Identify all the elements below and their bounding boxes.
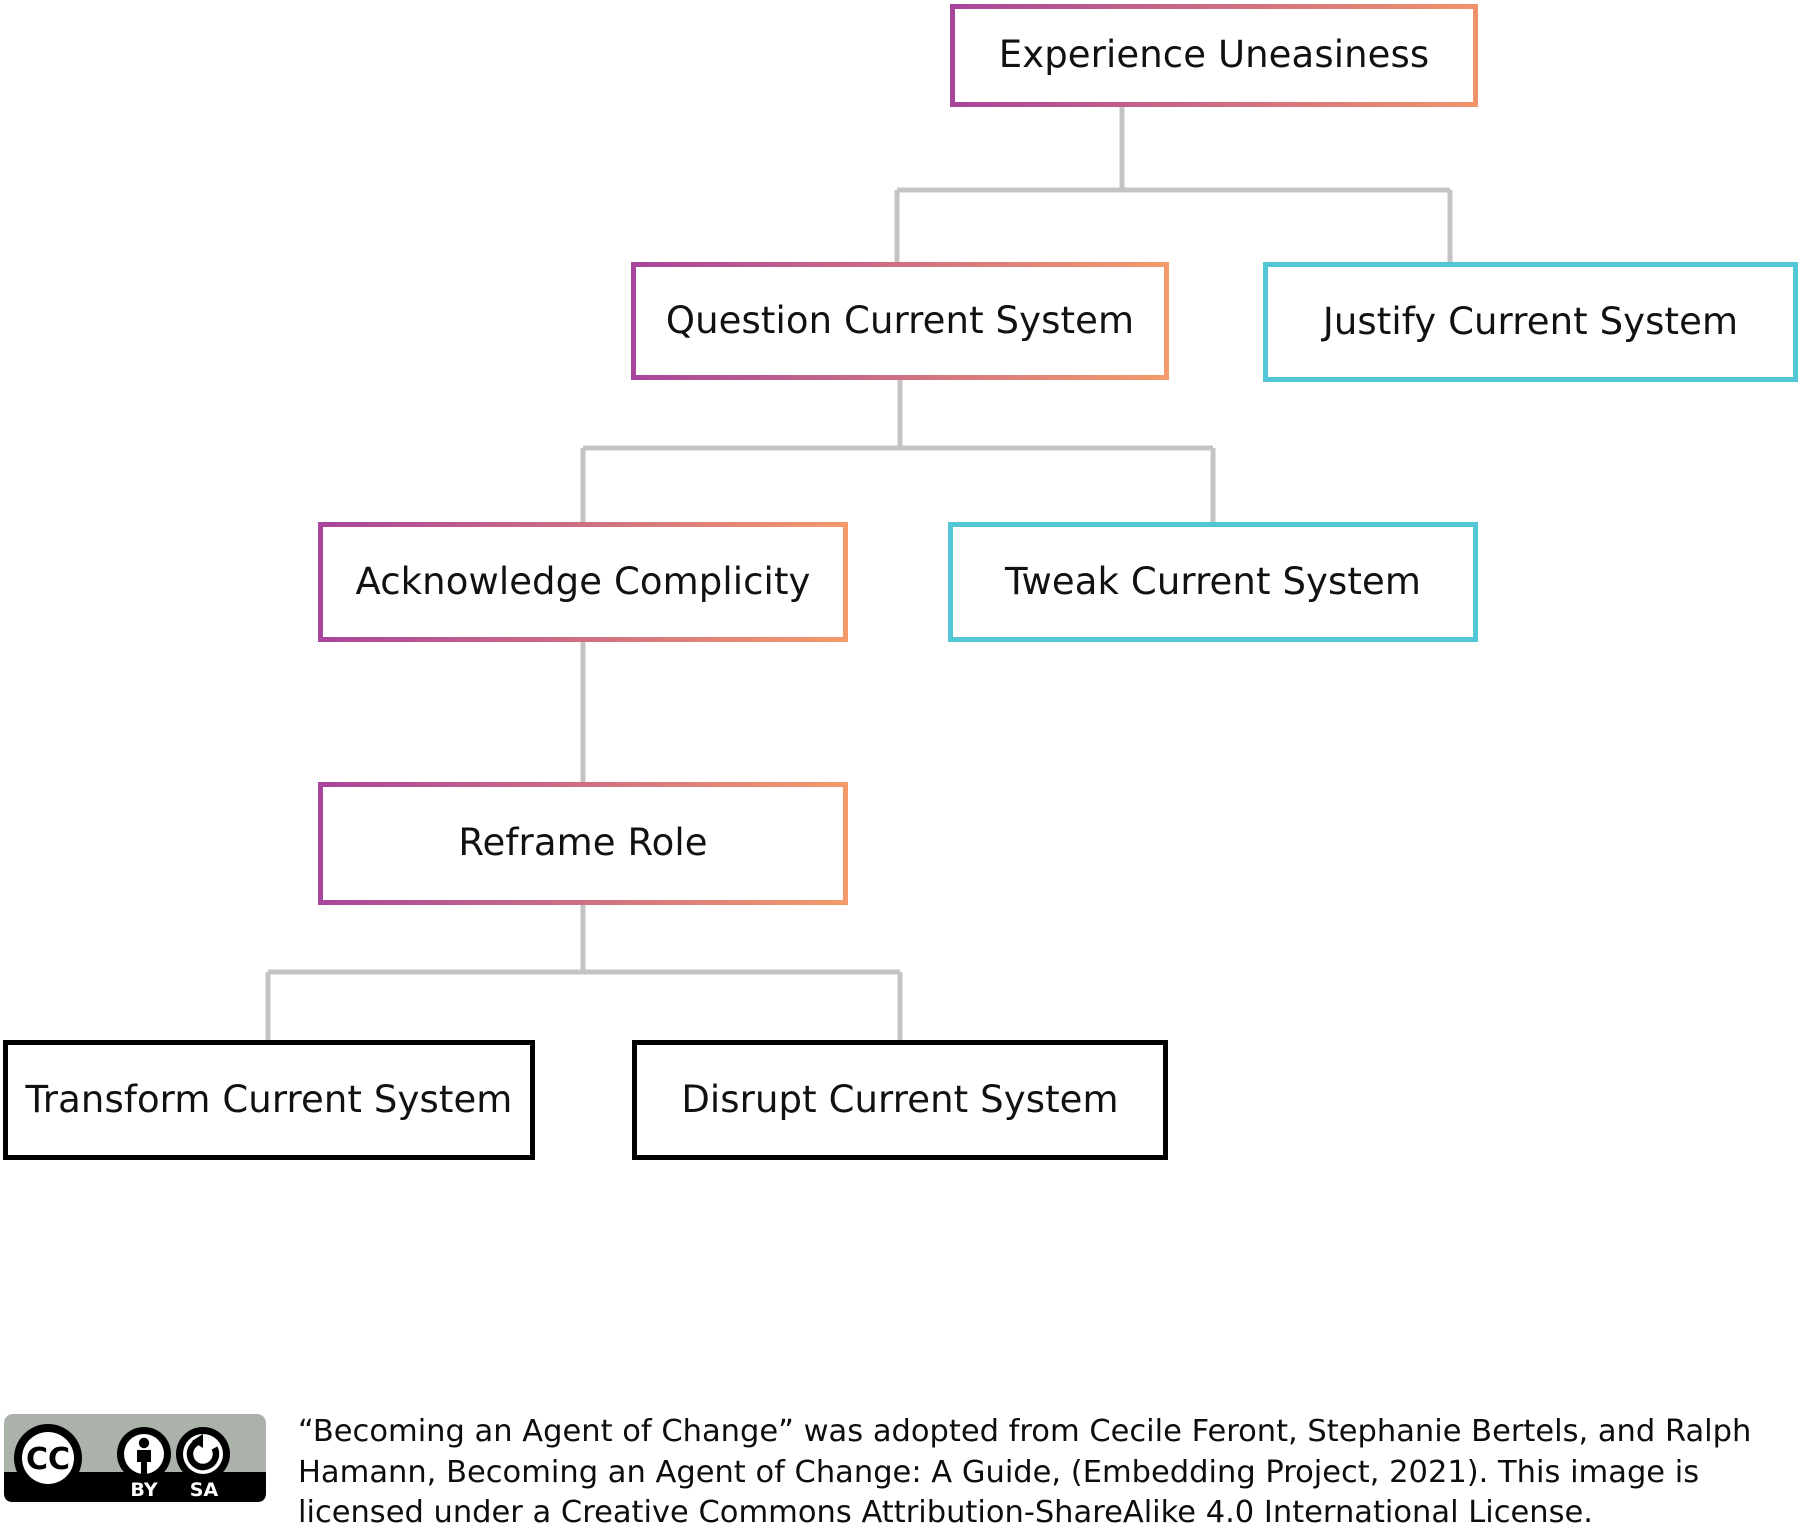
node-label-acknowledge-complicity: Acknowledge Complicity	[355, 559, 811, 603]
creative-commons-badge[interactable]: CC BY SA	[4, 1414, 266, 1502]
node-transform-current-system[interactable]: Transform Current System	[3, 1040, 535, 1160]
node-label-justify-current-system: Justify Current System	[1322, 299, 1739, 343]
node-label-disrupt-current-system: Disrupt Current System	[681, 1077, 1119, 1121]
connector-lines	[265, 105, 1453, 1040]
node-justify-current-system[interactable]: Justify Current System	[1263, 262, 1798, 382]
cc-badge-icon: CC BY SA	[4, 1414, 266, 1502]
node-acknowledge-complicity[interactable]: Acknowledge Complicity	[318, 522, 848, 642]
node-reframe-role-inner: Reframe Role	[323, 787, 843, 900]
node-tweak-current-system[interactable]: Tweak Current System	[948, 522, 1478, 642]
node-experience-uneasiness[interactable]: Experience Uneasiness	[950, 4, 1478, 107]
flowchart-diagram: Experience Uneasiness Question Current S…	[0, 0, 1800, 1532]
node-label-transform-current-system: Transform Current System	[25, 1077, 513, 1121]
node-acknowledge-complicity-inner: Acknowledge Complicity	[323, 527, 843, 637]
node-experience-uneasiness-inner: Experience Uneasiness	[955, 9, 1473, 102]
node-label-tweak-current-system: Tweak Current System	[1004, 559, 1422, 603]
svg-text:CC: CC	[26, 1442, 70, 1477]
node-question-current-system-inner: Question Current System	[636, 267, 1164, 375]
node-label-experience-uneasiness: Experience Uneasiness	[998, 33, 1430, 77]
cc-badge-by-label: BY	[130, 1479, 157, 1501]
node-reframe-role[interactable]: Reframe Role	[318, 782, 848, 905]
node-question-current-system[interactable]: Question Current System	[631, 262, 1169, 380]
node-disrupt-current-system[interactable]: Disrupt Current System	[632, 1040, 1168, 1160]
cc-badge-sa-label: SA	[190, 1479, 219, 1501]
node-label-question-current-system: Question Current System	[665, 298, 1135, 342]
license-attribution-text: “Becoming an Agent of Change” was adopte…	[298, 1414, 1752, 1531]
node-label-reframe-role: Reframe Role	[458, 821, 708, 865]
